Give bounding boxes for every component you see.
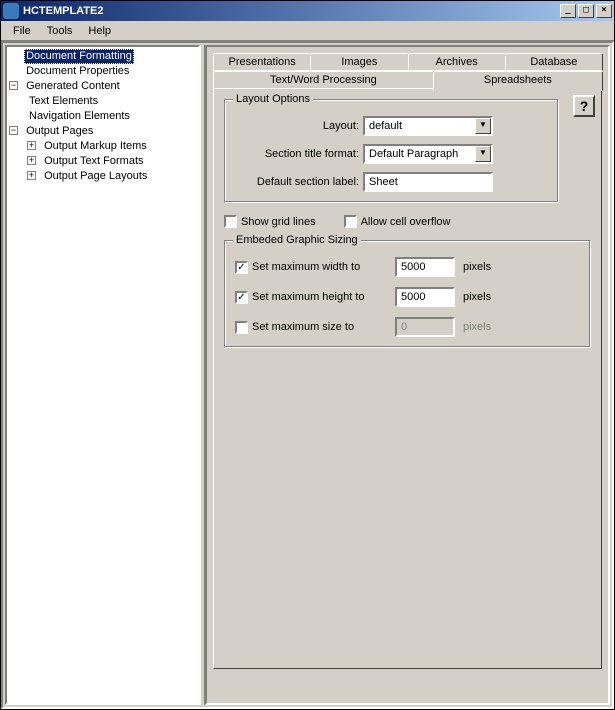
tree-output-text-formats[interactable]: Output Text Formats — [42, 154, 145, 169]
max-size-checkbox[interactable]: Set maximum size to — [235, 321, 395, 334]
tab-strip: Presentations Images Archives Database T… — [213, 53, 602, 669]
application-window: HCTEMPLATE2 _ □ × File Tools Help Docume… — [0, 0, 615, 710]
menubar: File Tools Help — [1, 21, 614, 41]
tab-database[interactable]: Database — [505, 53, 603, 71]
allow-cell-overflow-checkbox[interactable]: Allow cell overflow — [344, 215, 451, 228]
tab-archives[interactable]: Archives — [408, 53, 506, 71]
group-embedded-graphic-sizing-legend: Embeded Graphic Sizing — [233, 234, 361, 246]
checkbox-checked-icon: ✓ — [235, 291, 248, 304]
tree-output-markup-items[interactable]: Output Markup Items — [42, 139, 149, 154]
default-section-label-label: Default section label: — [235, 176, 363, 188]
max-size-input: 0 — [395, 317, 455, 337]
allow-cell-overflow-label: Allow cell overflow — [361, 216, 451, 228]
collapse-icon[interactable]: − — [9, 126, 18, 135]
tree-output-pages[interactable]: Output Pages — [24, 124, 95, 139]
tree-document-formatting[interactable]: Document Formatting — [24, 49, 134, 64]
expand-icon[interactable]: + — [27, 171, 36, 180]
tree-text-elements[interactable]: Text Elements — [27, 94, 100, 109]
minimize-button[interactable]: _ — [560, 4, 576, 18]
section-title-format-label: Section title format: — [235, 148, 363, 160]
show-grid-lines-checkbox[interactable]: Show grid lines — [224, 215, 316, 228]
layout-dropdown-value: default — [365, 120, 475, 132]
group-layout-options: Layout Options Layout: default ▼ Section… — [224, 99, 559, 203]
close-button[interactable]: × — [596, 4, 612, 18]
max-size-label: Set maximum size to — [252, 321, 354, 333]
expand-icon[interactable]: + — [27, 156, 36, 165]
expand-icon[interactable]: + — [27, 141, 36, 150]
checkbox-checked-icon: ✓ — [235, 261, 248, 274]
default-section-label-input[interactable]: Sheet — [363, 172, 493, 192]
menu-file[interactable]: File — [5, 23, 39, 39]
tree-document-properties[interactable]: Document Properties — [24, 64, 131, 79]
max-height-checkbox[interactable]: ✓ Set maximum height to — [235, 291, 395, 304]
chevron-down-icon[interactable]: ▼ — [475, 146, 491, 162]
collapse-icon[interactable]: − — [9, 81, 18, 90]
tab-text-word-processing[interactable]: Text/Word Processing — [213, 71, 434, 89]
max-size-unit: pixels — [463, 321, 491, 333]
tree-generated-content[interactable]: Generated Content — [24, 79, 122, 94]
tree-view[interactable]: Document Formatting Document Properties … — [5, 45, 200, 705]
help-button[interactable]: ? — [573, 95, 595, 117]
checkbox-unchecked-icon — [235, 321, 248, 334]
max-width-label: Set maximum width to — [252, 261, 360, 273]
menu-help[interactable]: Help — [80, 23, 119, 39]
tab-presentations[interactable]: Presentations — [213, 53, 311, 71]
menu-tools[interactable]: Tools — [39, 23, 81, 39]
app-icon — [3, 3, 19, 19]
max-width-unit: pixels — [463, 261, 491, 273]
max-height-input[interactable]: 5000 — [395, 287, 455, 307]
checkbox-unchecked-icon — [344, 215, 357, 228]
main-panel: Presentations Images Archives Database T… — [205, 45, 610, 705]
section-title-dropdown[interactable]: Default Paragraph ▼ — [363, 144, 493, 164]
titlebar: HCTEMPLATE2 _ □ × — [1, 1, 614, 21]
max-width-checkbox[interactable]: ✓ Set maximum width to — [235, 261, 395, 274]
tree-output-page-layouts[interactable]: Output Page Layouts — [42, 169, 149, 184]
client-area: Document Formatting Document Properties … — [1, 41, 614, 709]
tab-spreadsheets[interactable]: Spreadsheets — [433, 71, 603, 91]
group-layout-options-legend: Layout Options — [233, 93, 313, 105]
max-height-label: Set maximum height to — [252, 291, 365, 303]
max-width-input[interactable]: 5000 — [395, 257, 455, 277]
show-grid-lines-label: Show grid lines — [241, 216, 316, 228]
tab-images[interactable]: Images — [310, 53, 408, 71]
section-title-dropdown-value: Default Paragraph — [365, 148, 475, 160]
layout-dropdown[interactable]: default ▼ — [363, 116, 493, 136]
tab-body: ? Layout Options Layout: default ▼ Secti… — [213, 89, 602, 669]
group-embedded-graphic-sizing: Embeded Graphic Sizing ✓ Set maximum wid… — [224, 240, 591, 348]
max-height-unit: pixels — [463, 291, 491, 303]
layout-label: Layout: — [235, 120, 363, 132]
maximize-button[interactable]: □ — [578, 4, 594, 18]
chevron-down-icon[interactable]: ▼ — [475, 118, 491, 134]
checkbox-unchecked-icon — [224, 215, 237, 228]
window-title: HCTEMPLATE2 — [23, 5, 560, 17]
tree-navigation-elements[interactable]: Navigation Elements — [27, 109, 132, 124]
